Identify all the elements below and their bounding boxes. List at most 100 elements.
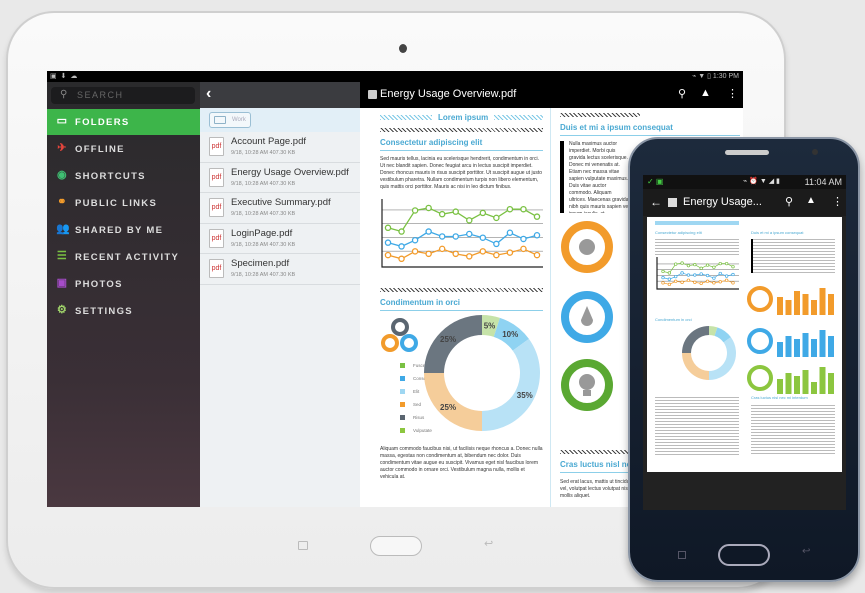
series-line-orange <box>662 279 734 285</box>
pdf-file-icon: pdf <box>209 228 224 248</box>
search-icon[interactable]: ⚲ <box>678 87 686 100</box>
pdf-file-icon: pdf <box>209 137 224 156</box>
sidebar-item-photos[interactable]: ▣ PHOTOS <box>47 271 200 297</box>
data-point <box>661 281 665 285</box>
sidebar-item-recent-activity[interactable]: ☰ RECENT ACTIVITY <box>47 244 200 270</box>
data-point <box>718 261 722 266</box>
file-list-item[interactable]: pdf Account Page.pdf 9/18, 10:28 AM 407.30… <box>200 132 360 163</box>
donut-chart <box>682 326 736 380</box>
doc-paragraph <box>751 239 835 273</box>
recent-apps-button[interactable] <box>678 551 686 559</box>
donut-label: 25% <box>440 403 456 412</box>
home-button[interactable] <box>718 544 770 566</box>
pdf-file-icon: pdf <box>209 167 224 187</box>
back-chevron-icon[interactable]: ‹ <box>206 85 211 103</box>
data-point <box>724 278 729 282</box>
data-point <box>438 210 446 218</box>
status-icons: ⌁ ⏰ ▼ ◢ ▮ <box>743 178 780 185</box>
file-list-item[interactable]: pdf LoginPage.pdf 9/18, 10:28 AM 407.30 KB <box>200 224 360 254</box>
donut-label: 10% <box>502 330 518 339</box>
bulb-gauge-icon <box>561 359 613 411</box>
status-bar: ▣ ⬇ ☁ ⌁ ▼ ▯ 1:30 PM <box>47 71 743 82</box>
doc-paragraph: Sed mauris tellus, lacinia eu scelerisqu… <box>380 156 543 190</box>
data-point <box>731 281 735 285</box>
donut-label: 25% <box>440 335 456 344</box>
recent-apps-button[interactable] <box>298 541 308 550</box>
sidebar-item-label: OFFLINE <box>75 144 125 155</box>
data-point <box>674 279 678 283</box>
pdf-file-icon <box>668 198 677 207</box>
back-arrow-icon[interactable]: ← <box>650 195 662 209</box>
data-point <box>384 239 392 246</box>
data-point <box>533 251 541 259</box>
bar <box>794 291 800 315</box>
data-point <box>674 262 678 266</box>
data-point <box>398 255 405 263</box>
banner-title: Lorem ipsum <box>438 113 489 122</box>
bar <box>811 339 817 357</box>
home-button[interactable] <box>370 536 422 556</box>
data-point <box>667 282 672 287</box>
data-point <box>384 224 392 232</box>
file-list-item[interactable]: pdf Specimen.pdf 9/18, 10:28 AM 407.30 KB <box>200 254 360 285</box>
sidebar-item-public-links[interactable]: ⚭ PUBLIC LINKS <box>47 190 200 216</box>
data-point <box>699 266 703 270</box>
data-point <box>667 271 672 275</box>
doc-paragraph <box>655 239 739 255</box>
search-icon[interactable]: ⚲ <box>785 195 793 208</box>
data-point <box>712 281 716 285</box>
list-icon: ☰ <box>56 250 69 262</box>
doc-paragraph <box>655 397 739 457</box>
data-point <box>411 248 419 255</box>
donut-slice <box>682 326 709 353</box>
sidebar-item-settings[interactable]: ⚙ SETTINGS <box>47 298 200 324</box>
data-point <box>674 274 678 279</box>
phone-document-title: Energy Usage... <box>683 196 762 208</box>
phone-screen: ✓ ▣ ⌁ ⏰ ▼ ◢ ▮ 11:04 AM ← Energy Usage...… <box>643 175 846 510</box>
donut-chart: 5% 10% 35% 25% 25% <box>424 315 540 431</box>
monitor-icon <box>214 116 226 124</box>
data-point <box>493 214 500 222</box>
bar <box>794 339 800 357</box>
data-point <box>667 277 672 281</box>
gear-icon: ⚙ <box>56 304 69 316</box>
bar <box>777 297 783 315</box>
back-button[interactable]: ↩ <box>484 537 493 550</box>
gauge-ring <box>747 328 773 354</box>
data-point <box>686 273 691 277</box>
more-menu-icon[interactable]: ⋮ <box>832 195 843 208</box>
more-menu-icon[interactable]: ⋮ <box>727 87 738 100</box>
water-gauge-icon <box>561 291 613 343</box>
doc-heading: Consectetur adipiscing elit <box>380 138 543 151</box>
doc-column-left: Lorem ipsum Consectetur adipiscing elit … <box>380 108 543 507</box>
data-point <box>686 264 691 268</box>
doc-heading: Consectetur adipiscing elit <box>655 230 702 235</box>
pdf-file-icon <box>368 90 377 99</box>
legend-swatch <box>400 415 405 421</box>
sidebar-item-shared-by-me[interactable]: 👥 SHARED BY ME <box>47 217 200 243</box>
file-list-item[interactable]: pdf Energy Usage Overview.pdf 9/18, 10:28 … <box>200 163 360 193</box>
drive-icon[interactable]: ▲ <box>700 87 711 99</box>
donut-label: 5% <box>484 322 496 331</box>
sidebar-item-shortcuts[interactable]: ◉ SHORTCUTS <box>47 163 200 189</box>
sidebar-item-label: RECENT ACTIVITY <box>75 252 180 263</box>
data-point <box>699 272 703 276</box>
search-input[interactable]: ⚲ SEARCH <box>51 87 195 104</box>
folder-chip-work[interactable]: Work <box>209 112 251 128</box>
back-button[interactable]: ↩ <box>802 546 810 557</box>
bar <box>828 373 834 394</box>
phone-pdf-page: Consectetur adipiscing elit Condimentum … <box>647 217 842 472</box>
bar <box>785 300 792 315</box>
data-point <box>466 253 473 260</box>
folder-icon: ▭ <box>56 115 69 127</box>
sidebar-item-offline[interactable]: ✈ OFFLINE <box>47 136 200 162</box>
data-point <box>479 248 487 255</box>
data-point <box>384 251 392 259</box>
drive-icon[interactable]: ▲ <box>806 195 816 206</box>
data-point <box>712 276 716 280</box>
bar <box>811 382 817 394</box>
sidebar-item-label: SHORTCUTS <box>75 171 146 182</box>
sidebar-item-folders[interactable]: ▭ FOLDERS <box>47 109 200 135</box>
file-list-item[interactable]: pdf Executive Summary.pdf 9/18, 10:28 AM 4… <box>200 193 360 224</box>
phone-clock: 11:04 AM <box>804 177 842 187</box>
